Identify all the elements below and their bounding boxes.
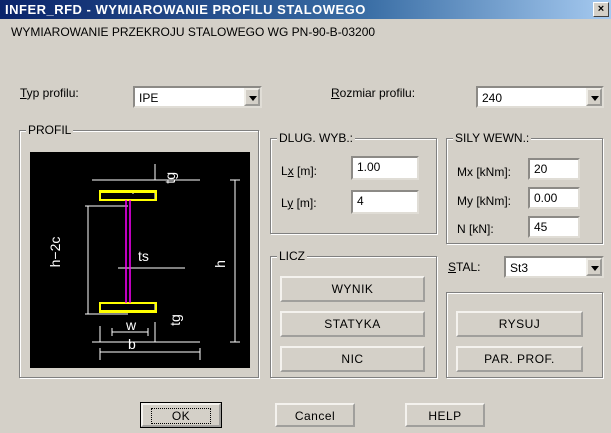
chevron-down-icon[interactable]	[586, 88, 602, 106]
ly-label: Ly [m]:	[281, 196, 317, 210]
my-input[interactable]: 0.00	[528, 187, 580, 209]
w-label: w	[125, 317, 137, 333]
steel-select[interactable]: St3	[504, 256, 604, 278]
statyka-button[interactable]: STATYKA	[280, 311, 425, 337]
mx-label: Mx [kNm]:	[457, 165, 511, 179]
rysuj-button[interactable]: RYSUJ	[456, 311, 583, 337]
ok-button[interactable]: OK	[140, 402, 222, 428]
nic-button[interactable]: NIC	[280, 346, 425, 372]
i-beam-drawing: tg h−2c h ts tg w b	[47, 164, 240, 360]
profile-size-value: 240	[482, 91, 503, 105]
tg-bottom-label: tg	[167, 314, 183, 326]
n-label: N [kN]:	[457, 222, 494, 236]
mx-input[interactable]: 20	[528, 158, 580, 180]
tg-top-label: tg	[162, 172, 178, 184]
ly-input[interactable]: 4	[351, 190, 419, 214]
profile-type-label: Typ profilu:	[20, 86, 79, 100]
help-button[interactable]: HELP	[405, 403, 485, 427]
profile-size-label: Rozmiar profilu:	[331, 86, 416, 100]
my-label: My [kNm]:	[457, 194, 511, 208]
lx-input[interactable]: 1.00	[351, 156, 419, 180]
close-icon[interactable]: ×	[593, 2, 609, 17]
n-input[interactable]: 45	[528, 216, 580, 238]
steel-label: STAL:	[448, 260, 481, 274]
licz-group-title: LICZ	[277, 249, 308, 263]
title-bar: INFER_RFD - WYMIAROWANIE PROFILU STALOWE…	[0, 0, 611, 19]
h2c-label: h−2c	[47, 237, 63, 268]
wynik-button[interactable]: WYNIK	[280, 276, 425, 302]
profile-drawing: tg h−2c h ts tg w b	[30, 152, 250, 368]
par-prof-button[interactable]: PAR. PROF.	[456, 346, 583, 372]
forces-group-title: SILY WEWN.:	[453, 131, 532, 145]
lx-label: Lx [m]:	[281, 164, 318, 178]
length-group: DLUG. WYB.:	[270, 131, 437, 234]
h-label: h	[212, 260, 228, 268]
profil-group-title: PROFIL	[26, 123, 74, 137]
profile-size-select[interactable]: 240	[476, 86, 604, 108]
chevron-down-icon[interactable]	[586, 258, 602, 276]
steel-value: St3	[510, 261, 529, 275]
window-title: INFER_RFD - WYMIAROWANIE PROFILU STALOWE…	[5, 2, 366, 17]
chevron-down-icon[interactable]	[244, 88, 260, 106]
profile-type-select[interactable]: IPE	[133, 86, 262, 108]
ts-label: ts	[138, 248, 149, 264]
subtitle: WYMIAROWANIE PRZEKROJU STALOWEGO WG PN-9…	[11, 25, 376, 39]
b-label: b	[128, 336, 136, 352]
cancel-button[interactable]: Cancel	[275, 403, 355, 427]
length-group-title: DLUG. WYB.:	[277, 131, 356, 145]
profile-type-value: IPE	[139, 91, 159, 105]
